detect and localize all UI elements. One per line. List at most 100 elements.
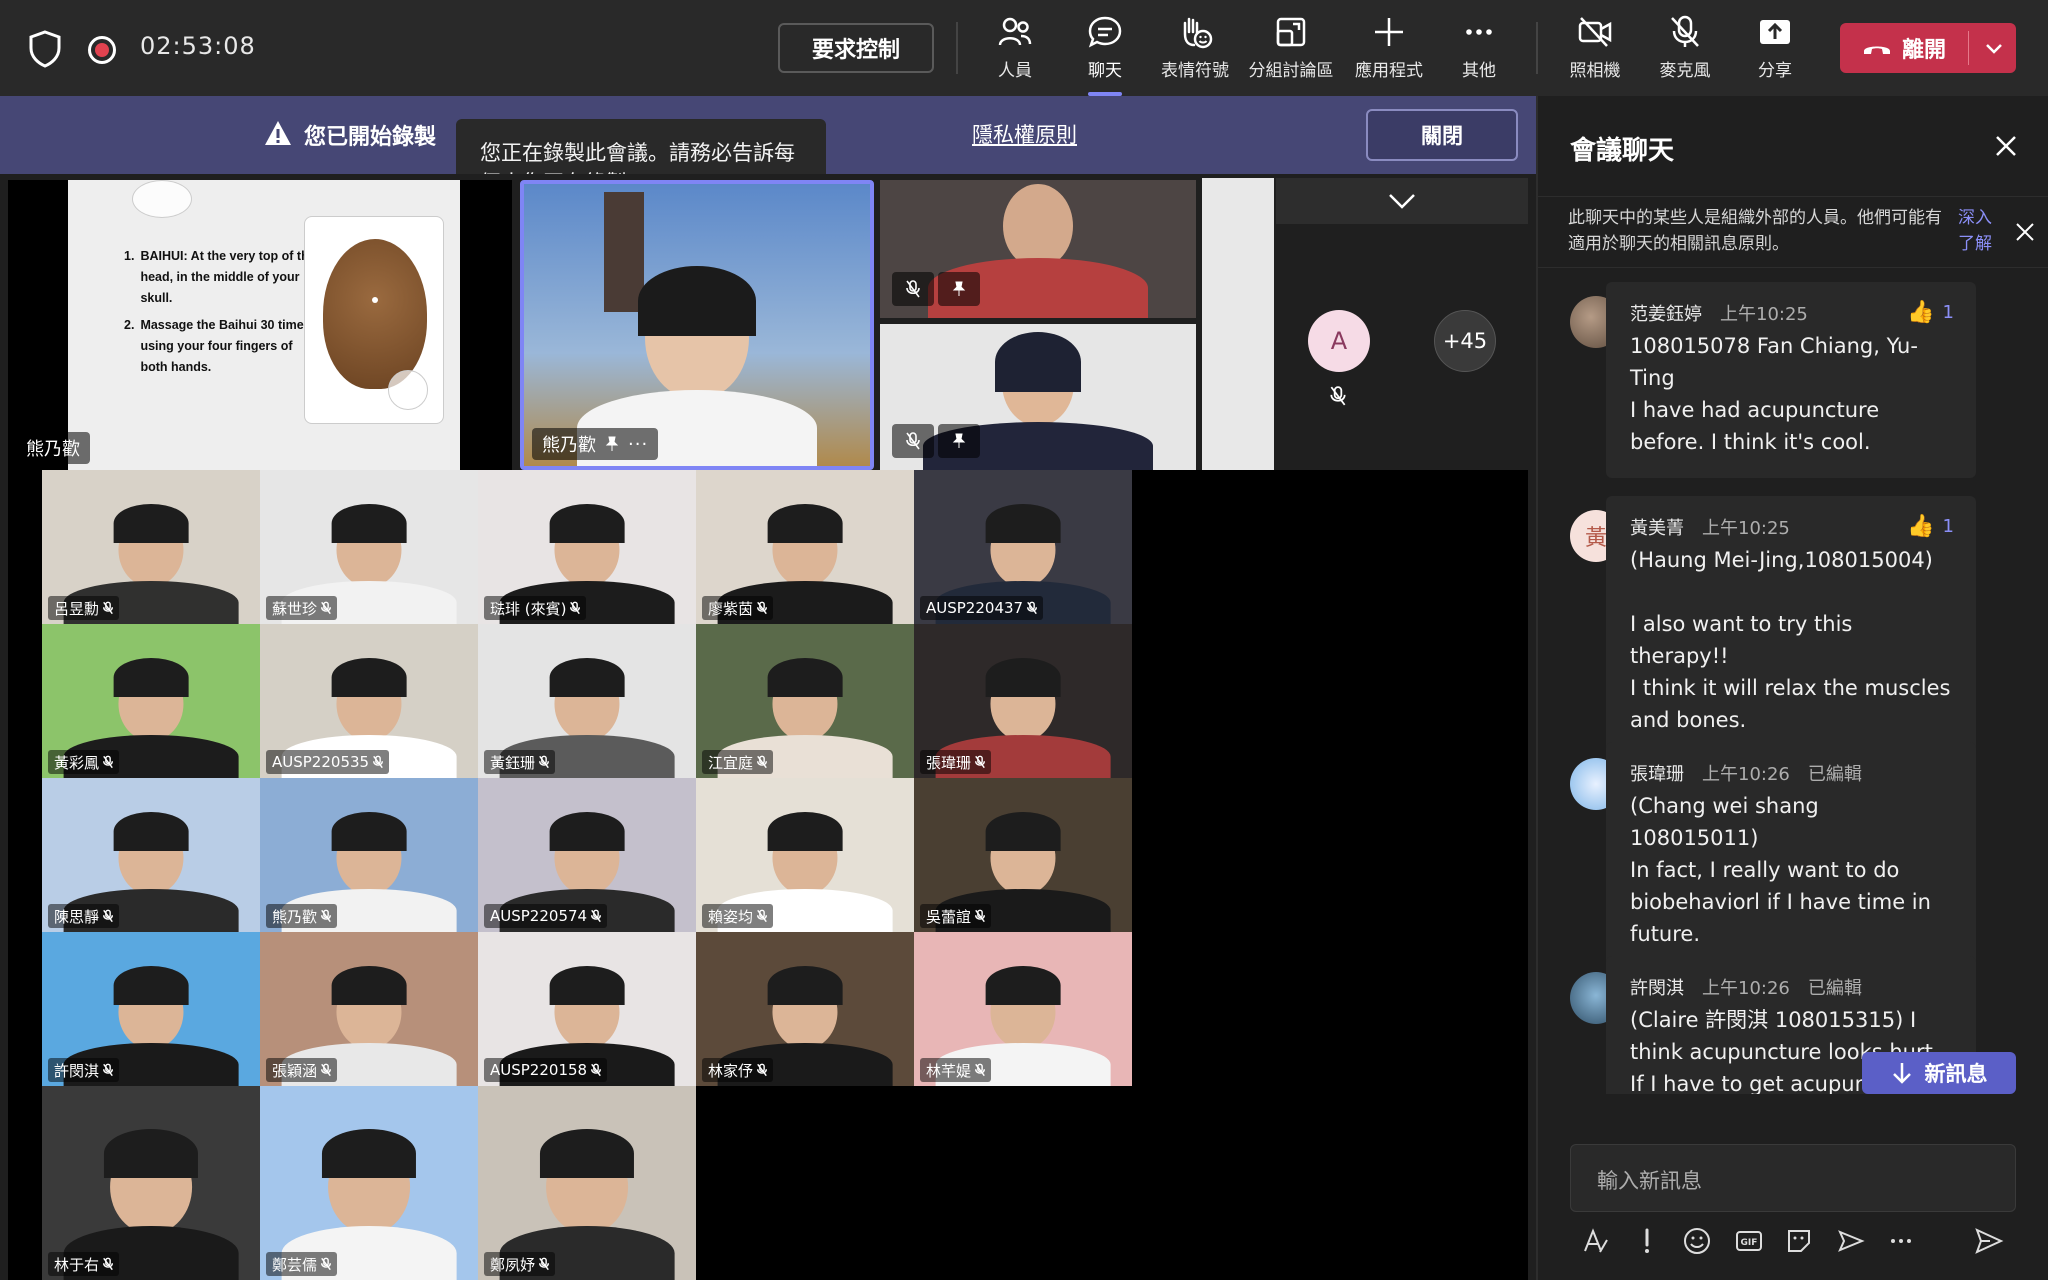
hang-up-phone-icon	[1863, 46, 1890, 54]
overflow-participants: A +45	[1276, 178, 1528, 470]
more-button[interactable]: 其他	[1434, 14, 1524, 84]
video-tile-top-2[interactable]	[880, 324, 1196, 470]
featured-speaker-tile[interactable]: 熊乃歡 ···	[520, 180, 874, 470]
participant-video-tile[interactable]: 黃彩鳳	[42, 624, 260, 778]
mic-off-icon	[906, 280, 920, 298]
participant-video-tile[interactable]: 林家伃	[696, 932, 914, 1086]
more-options-icon[interactable]	[1886, 1226, 1916, 1256]
expand-gallery-button[interactable]	[1276, 178, 1528, 224]
more-dots-icon	[1466, 29, 1492, 35]
mic-button[interactable]: 麥克風	[1640, 14, 1730, 84]
thumbs-up-icon: 👍	[1907, 300, 1935, 325]
gallery-grid: 呂昱勳 蘇世珍 琺琲 (來賓) 廖紫茵 AUSP220437 黃彩鳳 AUSP220535 黃…	[8, 470, 1528, 1280]
participant-name-tag: 吳蕾誼	[920, 904, 992, 928]
format-text-icon[interactable]	[1580, 1226, 1610, 1256]
slide-item-1: BAIHUI: At the very top of the head, in …	[140, 249, 316, 305]
participant-video-tile[interactable]: 許閔淇	[42, 932, 260, 1086]
participant-video-tile[interactable]: 賴姿均	[696, 778, 914, 932]
meeting-stage: 1. BAIHUI: At the very top of the head, i…	[0, 174, 1536, 1280]
participant-video-tile[interactable]: AUSP220437	[914, 470, 1132, 624]
mic-off-icon	[103, 755, 114, 769]
participant-video-tile[interactable]: 熊乃歡	[260, 778, 478, 932]
important-icon[interactable]	[1632, 1226, 1662, 1256]
new-messages-button[interactable]: 新訊息	[1862, 1052, 2016, 1094]
participant-video-tile[interactable]: 吳蕾誼	[914, 778, 1132, 932]
participant-name-tag: 林于右	[48, 1252, 120, 1276]
participant-name-tag: AUSP220574	[484, 904, 608, 928]
mic-off-icon	[103, 1257, 114, 1271]
slide-item-2: Massage the Baihui 30 times using your f…	[140, 318, 311, 374]
participant-video-tile[interactable]: 林芊媞	[914, 932, 1132, 1086]
participant-video-tile[interactable]: 鄭夙妤	[478, 1086, 696, 1280]
participant-video-tile[interactable]: 張瑋珊	[914, 624, 1132, 778]
participant-video-tile[interactable]: AUSP220535	[260, 624, 478, 778]
participant-name-tag: 張瑋珊	[920, 750, 992, 774]
chat-title: 會議聊天	[1570, 136, 1675, 166]
participant-video-tile[interactable]: 黃鈺珊	[478, 624, 696, 778]
shield-icon[interactable]	[28, 30, 62, 68]
mic-off-icon	[539, 1257, 550, 1271]
chat-button[interactable]: 聊天	[1060, 14, 1150, 96]
participant-avatar[interactable]: A	[1308, 310, 1370, 372]
mic-off-icon	[757, 1063, 768, 1077]
learn-more-link[interactable]: 深入了解	[1958, 205, 2002, 257]
more-participants-count[interactable]: +45	[1434, 310, 1496, 372]
mic-off-icon	[321, 1257, 332, 1271]
mic-off-icon	[321, 909, 332, 923]
recording-banner-title: 您已開始錄製	[304, 125, 437, 150]
request-control-button[interactable]: 要求控制	[778, 23, 934, 73]
emoji-icon[interactable]	[1682, 1226, 1712, 1256]
participant-video-tile[interactable]: 蘇世珍	[260, 470, 478, 624]
schedule-meeting-icon[interactable]	[1836, 1226, 1866, 1256]
participant-name-tag: 廖紫茵	[702, 596, 774, 620]
participant-name-tag: AUSP220535	[266, 750, 390, 774]
banner-close-button[interactable]: 關閉	[1366, 109, 1518, 161]
meeting-toolbar: 02:53:08 要求控制 人員 聊天 表情符號 分組討論區 應用程式 其他 照…	[0, 0, 2048, 96]
gif-icon[interactable]: GIF	[1734, 1226, 1764, 1256]
participant-name-tag: AUSP220437	[920, 596, 1044, 620]
sticker-icon[interactable]	[1784, 1226, 1814, 1256]
mic-off-icon	[975, 909, 986, 923]
mic-off-icon	[321, 601, 332, 615]
chevron-down-icon	[1986, 44, 2002, 54]
leave-button[interactable]: 離開	[1840, 23, 1968, 73]
compose-toolbar: GIF	[1570, 1222, 2030, 1262]
like-reaction[interactable]: 👍 1	[1907, 514, 1954, 539]
participant-video-tile[interactable]: AUSP220158	[478, 932, 696, 1086]
mic-off-icon	[757, 909, 768, 923]
close-icon[interactable]	[1992, 132, 2020, 160]
participant-video-tile[interactable]: AUSP220574	[478, 778, 696, 932]
pinned-indicator	[938, 272, 980, 306]
participant-video-tile[interactable]: 林于右	[42, 1086, 260, 1280]
message-compose-box[interactable]: 輸入新訊息	[1570, 1144, 2016, 1212]
mic-off-icon	[757, 755, 768, 769]
participant-video-tile[interactable]: 鄭芸儒	[260, 1086, 478, 1280]
breakout-rooms-button[interactable]: 分組討論區	[1246, 14, 1336, 84]
apps-button[interactable]: 應用程式	[1344, 14, 1434, 84]
share-button[interactable]: 分享	[1730, 14, 1820, 84]
reactions-button[interactable]: 表情符號	[1150, 14, 1240, 84]
leave-button-group: 離開	[1840, 23, 2016, 73]
mic-muted-indicator	[892, 424, 934, 458]
participant-video-tile[interactable]: 江宜庭	[696, 624, 914, 778]
dismiss-notice-icon[interactable]	[2014, 221, 2036, 243]
video-tile-partial[interactable]	[1202, 178, 1274, 470]
mic-off-icon	[1671, 15, 1699, 47]
leave-options-button[interactable]	[1972, 23, 2016, 73]
participant-video-tile[interactable]: 廖紫茵	[696, 470, 914, 624]
mic-off-icon	[570, 601, 581, 615]
shared-slide-tile[interactable]: 1. BAIHUI: At the very top of the head, i…	[8, 180, 512, 470]
camera-button[interactable]: 照相機	[1550, 14, 1640, 84]
participant-video-tile[interactable]: 陳思靜	[42, 778, 260, 932]
participant-name-tag: 蘇世珍	[266, 596, 338, 620]
send-icon[interactable]	[1974, 1226, 2004, 1256]
privacy-policy-link[interactable]: 隱私權原則	[972, 119, 1077, 149]
participant-video	[63, 1086, 239, 1280]
participant-video-tile[interactable]: 琺琲 (來賓)	[478, 470, 696, 624]
video-tile-top-1[interactable]	[880, 180, 1196, 318]
participant-video-tile[interactable]: 呂昱勳	[42, 470, 260, 624]
people-button[interactable]: 人員	[970, 14, 1060, 84]
tile-more-icon[interactable]: ···	[628, 434, 648, 455]
participant-video-tile[interactable]: 張穎涵	[260, 932, 478, 1086]
like-reaction[interactable]: 👍 1	[1907, 300, 1954, 325]
